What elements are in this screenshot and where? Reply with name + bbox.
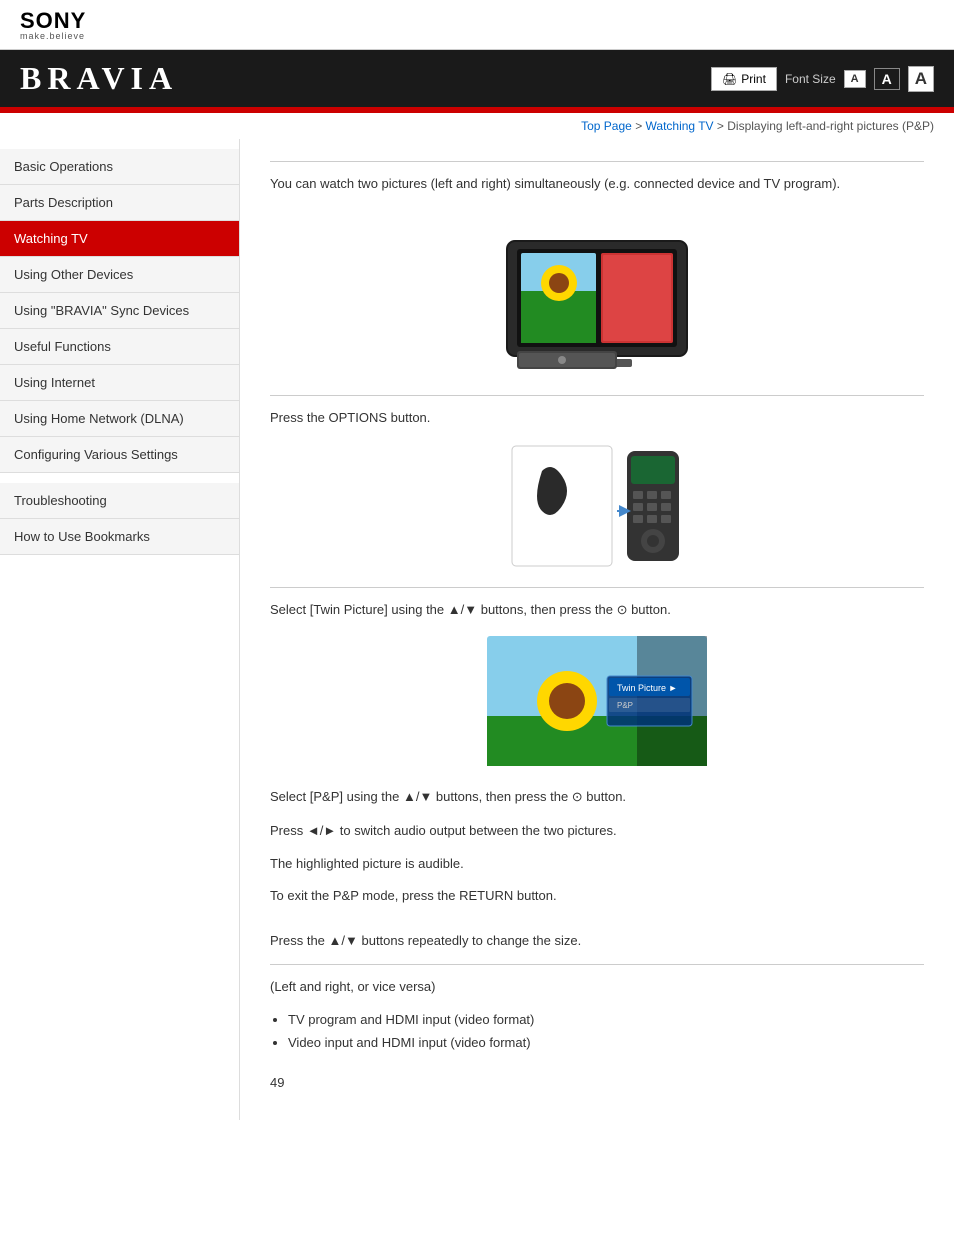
breadcrumb-watching[interactable]: Watching TV [646,119,714,133]
divider-3 [270,964,924,965]
sidebar-item-using-internet[interactable]: Using Internet [0,365,239,401]
list-item: Video input and HDMI input (video format… [288,1031,924,1054]
twin-picture-illustration: Twin Picture ► P&P [487,636,707,766]
content-area: You can watch two pictures (left and rig… [240,139,954,1120]
step1-section: Press the OPTIONS button. [270,408,924,571]
sidebar-item-troubleshooting[interactable]: Troubleshooting [0,483,239,519]
sony-tagline: make.believe [20,32,934,41]
svg-text:Twin Picture ►: Twin Picture ► [617,683,677,693]
step3-line2: Press ◄/► to switch audio output between… [270,819,924,842]
sidebar-item-bravia-sync[interactable]: Using "BRAVIA" Sync Devices [0,293,239,329]
size-text: Press the ▲/▼ buttons repeatedly to chan… [270,931,924,952]
step2-section: Select [Twin Picture] using the ▲/▼ butt… [270,600,924,770]
step3-line3: The highlighted picture is audible. [270,852,924,875]
sidebar-item-parts-description[interactable]: Parts Description [0,185,239,221]
options-button-illustration [507,441,687,571]
font-medium-button[interactable]: A [874,68,900,90]
exit-text: To exit the P&P mode, press the RETURN b… [270,886,924,907]
sidebar-item-basic-operations[interactable]: Basic Operations [0,149,239,185]
step3-line1: Select [P&P] using the ▲/▼ buttons, then… [270,785,924,808]
sony-logo: SONY make.believe [20,10,934,41]
print-icon: 🖨 [722,72,737,86]
sony-brand: SONY [20,10,934,32]
divider-1 [270,395,924,396]
font-size-label: Font Size [785,72,836,86]
svg-text:P&P: P&P [617,701,633,710]
breadcrumb-current: Displaying left-and-right pictures (P&P) [727,119,934,133]
sidebar: Basic Operations Parts Description Watch… [0,139,240,1120]
bravia-title: BRAVIA [20,60,178,97]
sidebar-item-home-network[interactable]: Using Home Network (DLNA) [0,401,239,437]
compatible-list: TV program and HDMI input (video format)… [288,1008,924,1055]
step3-instructions: Select [P&P] using the ▲/▼ buttons, then… [270,785,924,875]
tv-illustration [467,211,727,376]
options-illustration [270,441,924,571]
breadcrumb-top[interactable]: Top Page [581,119,632,133]
header: SONY make.believe [0,0,954,50]
compatible-label: (Left and right, or vice versa) [270,977,924,998]
intro-section: You can watch two pictures (left and rig… [270,174,924,379]
compatible-section: (Left and right, or vice versa) TV progr… [270,977,924,1055]
bravia-bar: BRAVIA 🖨 Print Font Size A A A [0,50,954,107]
main-layout: Basic Operations Parts Description Watch… [0,139,954,1120]
page-number: 49 [270,1075,924,1090]
bravia-controls: 🖨 Print Font Size A A A [711,66,934,92]
list-item: TV program and HDMI input (video format) [288,1008,924,1031]
twin-picture-image: Twin Picture ► P&P [270,636,924,769]
sidebar-item-bookmarks[interactable]: How to Use Bookmarks [0,519,239,555]
step2-text: Select [Twin Picture] using the ▲/▼ butt… [270,600,924,621]
tv-image-container [270,211,924,379]
sidebar-item-useful-functions[interactable]: Useful Functions [0,329,239,365]
sidebar-item-using-other-devices[interactable]: Using Other Devices [0,257,239,293]
divider-2 [270,587,924,588]
font-large-button[interactable]: A [908,66,934,92]
step1-text: Press the OPTIONS button. [270,408,924,429]
sidebar-item-configuring-settings[interactable]: Configuring Various Settings [0,437,239,473]
intro-text: You can watch two pictures (left and rig… [270,174,924,195]
divider-top [270,161,924,162]
sidebar-item-watching-tv[interactable]: Watching TV [0,221,239,257]
print-button[interactable]: 🖨 Print [711,67,777,91]
breadcrumb: Top Page > Watching TV > Displaying left… [0,113,954,139]
font-small-button[interactable]: A [844,70,866,88]
